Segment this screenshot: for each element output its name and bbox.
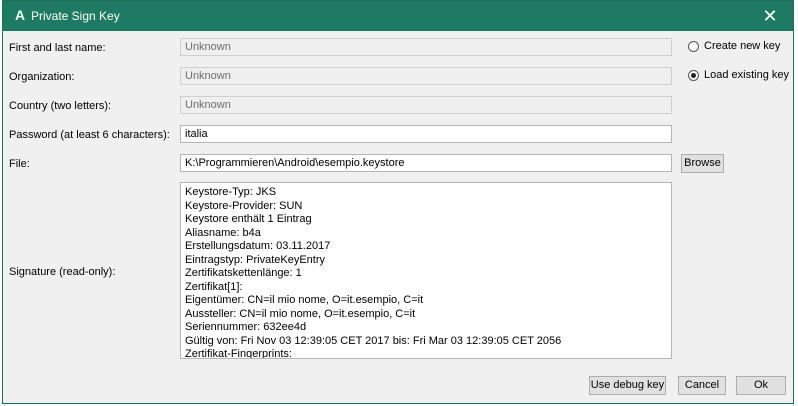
signature-line: Keystore enthält 1 Eintrag [185, 213, 312, 225]
window-title: Private Sign Key [31, 9, 120, 23]
close-icon: ✕ [762, 6, 778, 26]
app-logo-icon: A [14, 7, 26, 23]
file-path-field[interactable] [180, 154, 672, 172]
signature-line: Zertifikat-Fingerprints: [185, 348, 292, 359]
ok-button[interactable]: Ok [736, 376, 786, 395]
organization-label: Organization: [9, 71, 75, 83]
private-sign-key-dialog: A Private Sign Key ✕ First and last name… [2, 0, 794, 404]
password-field[interactable] [180, 125, 672, 143]
signature-line: Erstellungsdatum: 03.11.2017 [185, 240, 331, 252]
signature-line: Seriennummer: 632ee4d [185, 321, 307, 333]
country-label: Country (two letters): [9, 100, 112, 112]
load-existing-key-label: Load existing key [704, 69, 789, 81]
signature-line: Aliasname: b4a [185, 226, 261, 239]
signature-line: Eigentümer: CN=il mio nome, O=it.esempio… [185, 294, 424, 306]
signature-label: Signature (read-only): [9, 266, 116, 278]
country-field[interactable] [180, 96, 672, 114]
load-existing-key-radio[interactable] [688, 70, 699, 81]
close-button[interactable]: ✕ [747, 1, 793, 31]
use-debug-key-button[interactable]: Use debug key [589, 376, 666, 395]
create-new-key-label: Create new key [704, 40, 781, 52]
organization-field[interactable] [180, 67, 672, 85]
file-label: File: [9, 158, 30, 170]
name-field[interactable] [180, 38, 672, 56]
signature-line: Gültig von: Fri Nov 03 12:39:05 CET 2017… [185, 334, 562, 347]
signature-line: Eintragstyp: PrivateKeyEntry [185, 253, 326, 266]
title-bar[interactable]: A Private Sign Key ✕ [3, 1, 793, 31]
signature-text-area[interactable]: Keystore-Typ: JKS Keystore-Provider: SUN K… [180, 182, 672, 359]
signature-line: Keystore-Provider: SUN [185, 199, 303, 212]
create-new-key-radio[interactable] [688, 41, 699, 52]
signature-line: Aussteller: CN=il mio nome, O=it.esempio… [185, 307, 416, 320]
signature-line: Zertifikatskettenlänge: 1 [185, 267, 302, 279]
browse-button[interactable]: Browse [681, 154, 724, 173]
signature-line: Zertifikat[1]: [185, 280, 243, 293]
signature-line: Keystore-Typ: JKS [185, 186, 277, 198]
name-label: First and last name: [9, 42, 106, 54]
password-label: Password (at least 6 characters): [9, 129, 170, 141]
cancel-button[interactable]: Cancel [678, 376, 726, 395]
